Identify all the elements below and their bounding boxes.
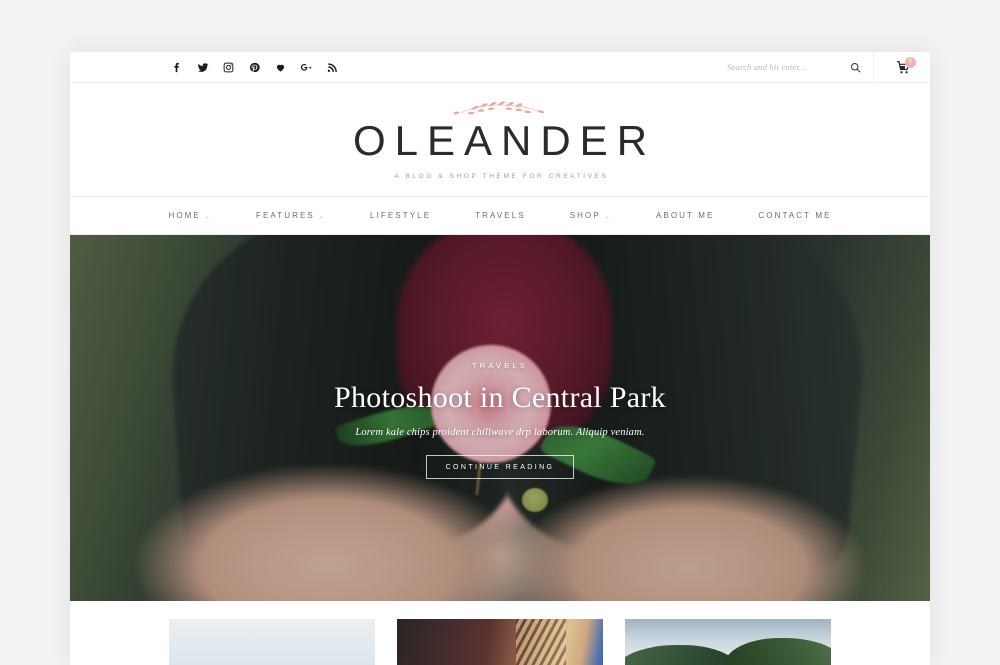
nav-label: SHOP [569,211,601,220]
post-card[interactable] [625,619,831,665]
search-icon[interactable] [847,59,863,75]
chevron-down-icon: ⌄ [318,214,327,220]
twitter-icon[interactable] [196,61,209,74]
site-branding: OLEANDER A BLOG & SHOP THEME FOR CREATIV… [70,83,930,197]
google-plus-icon[interactable] [300,61,313,74]
site-title[interactable]: OLEANDER [344,120,656,162]
nav-item-lifestyle[interactable]: LIFESTYLE [348,211,453,220]
nav-label: LIFESTYLE [370,211,432,220]
pinterest-icon[interactable] [248,61,261,74]
nav-item-about-me[interactable]: ABOUT ME [634,211,736,220]
main-navigation: HOME ⌄ FEATURES ⌄ LIFESTYLE TRAVELS SHOP… [70,197,930,235]
continue-reading-button[interactable]: CONTINUE READING [425,454,575,479]
post-thumbnail[interactable] [625,619,831,665]
post-thumbnail[interactable] [169,619,375,665]
hero-excerpt: Lorem kale chips proident chillwave drp … [355,426,645,438]
posts-section [70,601,930,665]
nav-label: FEATURES [255,211,315,220]
posts-grid [70,619,930,665]
nav-item-features[interactable]: FEATURES ⌄ [234,211,348,220]
nav-item-shop[interactable]: SHOP ⌄ [548,211,634,220]
post-thumbnail[interactable] [397,619,603,665]
cart-count-badge: 0 [905,57,916,68]
nav-label: TRAVELS [475,211,526,220]
chevron-down-icon: ⌄ [204,214,212,220]
site-tagline: A BLOG & SHOP THEME FOR CREATIVES [394,173,609,180]
nav-item-home[interactable]: HOME ⌄ [146,211,234,220]
site-page: 0 OLEANDER A [70,52,930,665]
search-box[interactable] [725,52,874,82]
top-bar-right: 0 [725,52,916,82]
hero-title[interactable]: Photoshoot in Central Park [334,381,666,415]
social-links [170,52,339,82]
nav-label: ABOUT ME [655,211,715,220]
search-input[interactable] [725,61,839,73]
instagram-icon[interactable] [222,61,235,74]
nav-label: CONTACT ME [758,211,832,220]
nav-item-contact-me[interactable]: CONTACT ME [736,211,853,220]
hero-category-label[interactable]: TRAVELS [472,361,528,370]
bloglovin-heart-icon[interactable] [274,61,287,74]
post-card[interactable] [169,619,375,665]
post-card[interactable] [397,619,603,665]
hero-slider[interactable]: TRAVELS Photoshoot in Central Park Lorem… [70,235,930,601]
nav-label: HOME [168,211,201,220]
floral-branch-ornament [453,101,545,115]
nav-item-travels[interactable]: TRAVELS [453,211,548,220]
cart-button[interactable]: 0 [890,52,916,82]
top-bar: 0 [70,52,930,83]
chevron-down-icon: ⌄ [604,214,612,220]
hero-content: TRAVELS Photoshoot in Central Park Lorem… [70,235,930,601]
facebook-icon[interactable] [170,61,183,74]
rss-icon[interactable] [326,61,339,74]
